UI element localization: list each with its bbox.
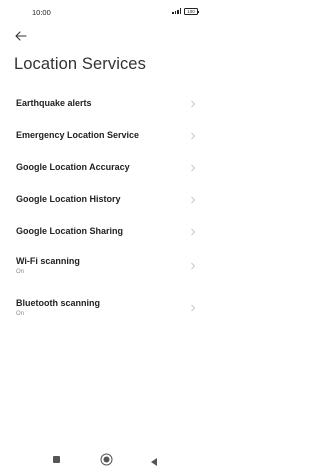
- status-time: 10:00: [32, 8, 51, 17]
- page-title: Location Services: [14, 55, 146, 73]
- chevron-right-icon: [191, 196, 196, 204]
- arrow-left-icon: [15, 31, 27, 41]
- item-wifi-scanning[interactable]: Wi-Fi scanning On: [0, 248, 213, 284]
- status-icons: 100: [172, 8, 200, 15]
- item-status: On: [16, 311, 25, 317]
- item-label: Google Location History: [16, 194, 121, 204]
- signal-icon: [172, 8, 181, 15]
- item-bluetooth-scanning[interactable]: Bluetooth scanning On: [0, 290, 213, 326]
- item-label: Google Location Sharing: [16, 226, 124, 236]
- back-triangle-graphic: [151, 458, 157, 466]
- item-label: Google Location Accuracy: [16, 162, 130, 172]
- status-bar: 10:00 100: [0, 0, 213, 22]
- chevron-right-icon: [191, 132, 196, 140]
- chevron-right-icon: [191, 304, 196, 312]
- back-button[interactable]: [12, 28, 30, 44]
- item-google-location-sharing[interactable]: Google Location Sharing: [0, 214, 213, 244]
- battery-icon: 100: [184, 8, 200, 15]
- chevron-right-icon: [191, 100, 196, 108]
- item-label: Earthquake alerts: [16, 98, 92, 108]
- item-status: On: [16, 269, 25, 275]
- square-icon[interactable]: [53, 456, 60, 463]
- item-label: Wi-Fi scanning: [16, 256, 80, 266]
- home-circle-graphic: [100, 453, 113, 466]
- circle-icon[interactable]: [100, 453, 113, 466]
- chevron-right-icon: [191, 164, 196, 172]
- item-google-location-history[interactable]: Google Location History: [0, 182, 213, 212]
- chevron-right-icon: [191, 262, 196, 270]
- item-label: Bluetooth scanning: [16, 298, 100, 308]
- chevron-right-icon: [191, 228, 196, 236]
- item-emergency-location-service[interactable]: Emergency Location Service: [0, 118, 213, 148]
- battery-level: 100: [187, 9, 195, 14]
- item-google-location-accuracy[interactable]: Google Location Accuracy: [0, 150, 213, 180]
- item-label: Emergency Location Service: [16, 130, 140, 140]
- item-earthquake-alerts[interactable]: Earthquake alerts: [0, 86, 213, 116]
- triangle-left-icon[interactable]: [149, 454, 159, 466]
